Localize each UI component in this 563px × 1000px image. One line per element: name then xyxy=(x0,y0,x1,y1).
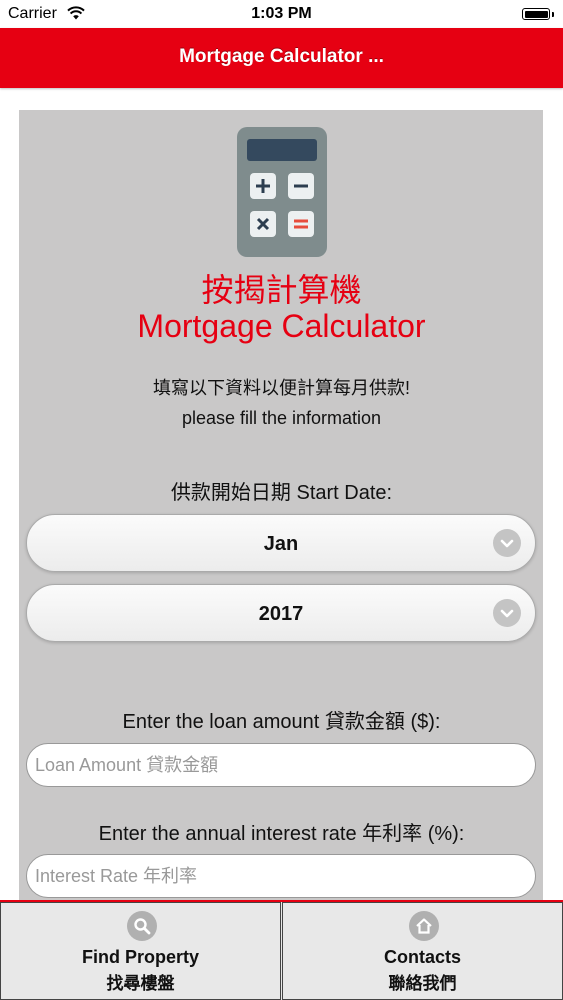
chevron-down-icon xyxy=(493,599,521,627)
minus-icon xyxy=(288,173,314,199)
home-icon xyxy=(409,911,439,941)
app-header: Mortgage Calculator ... xyxy=(0,28,563,88)
nav-find-property-label-cn: 找尋樓盤 xyxy=(106,974,175,993)
start-date-label: 供款開始日期 Start Date: xyxy=(170,482,393,504)
plus-icon xyxy=(250,173,276,199)
month-select[interactable]: Jan xyxy=(26,514,536,572)
nav-contacts-label-cn: 聯絡我們 xyxy=(388,974,457,993)
nav-contacts-label: Contacts xyxy=(383,947,461,967)
app-title: Mortgage Calculator ... xyxy=(179,46,384,67)
loan-amount-input[interactable] xyxy=(26,743,536,787)
nav-contacts[interactable]: Contacts 聯絡我們 xyxy=(282,902,563,1000)
month-select-value: Jan xyxy=(263,533,299,555)
status-bar: Carrier 1:03 PM xyxy=(0,0,563,28)
battery-icon xyxy=(522,8,554,20)
calculator-icon xyxy=(237,127,327,257)
calculator-screen xyxy=(247,139,317,161)
search-icon xyxy=(127,911,157,941)
year-select[interactable]: 2017 xyxy=(26,584,536,642)
chevron-down-icon xyxy=(493,529,521,557)
status-time: 1:03 PM xyxy=(251,5,312,22)
bottom-nav: Find Property 找尋樓盤 Contacts 聯絡我們 xyxy=(0,900,563,1000)
interest-rate-label: Enter the annual interest rate 年利率 (%): xyxy=(98,823,465,845)
instruction-chinese: 填寫以下資料以便計算每月供款! xyxy=(153,378,410,398)
nav-find-property[interactable]: Find Property 找尋樓盤 xyxy=(0,902,281,1000)
interest-rate-input[interactable] xyxy=(26,854,536,898)
year-select-value: 2017 xyxy=(258,603,304,625)
equals-icon xyxy=(288,211,314,237)
title-chinese: 按揭計算機 xyxy=(201,272,362,308)
title-english: Mortgage Calculator xyxy=(137,308,426,344)
multiply-icon xyxy=(250,211,276,237)
loan-amount-label: Enter the loan amount 貸款金額 ($): xyxy=(122,711,441,733)
nav-find-property-label: Find Property xyxy=(81,947,199,967)
instruction-english: please fill the information xyxy=(181,408,382,428)
